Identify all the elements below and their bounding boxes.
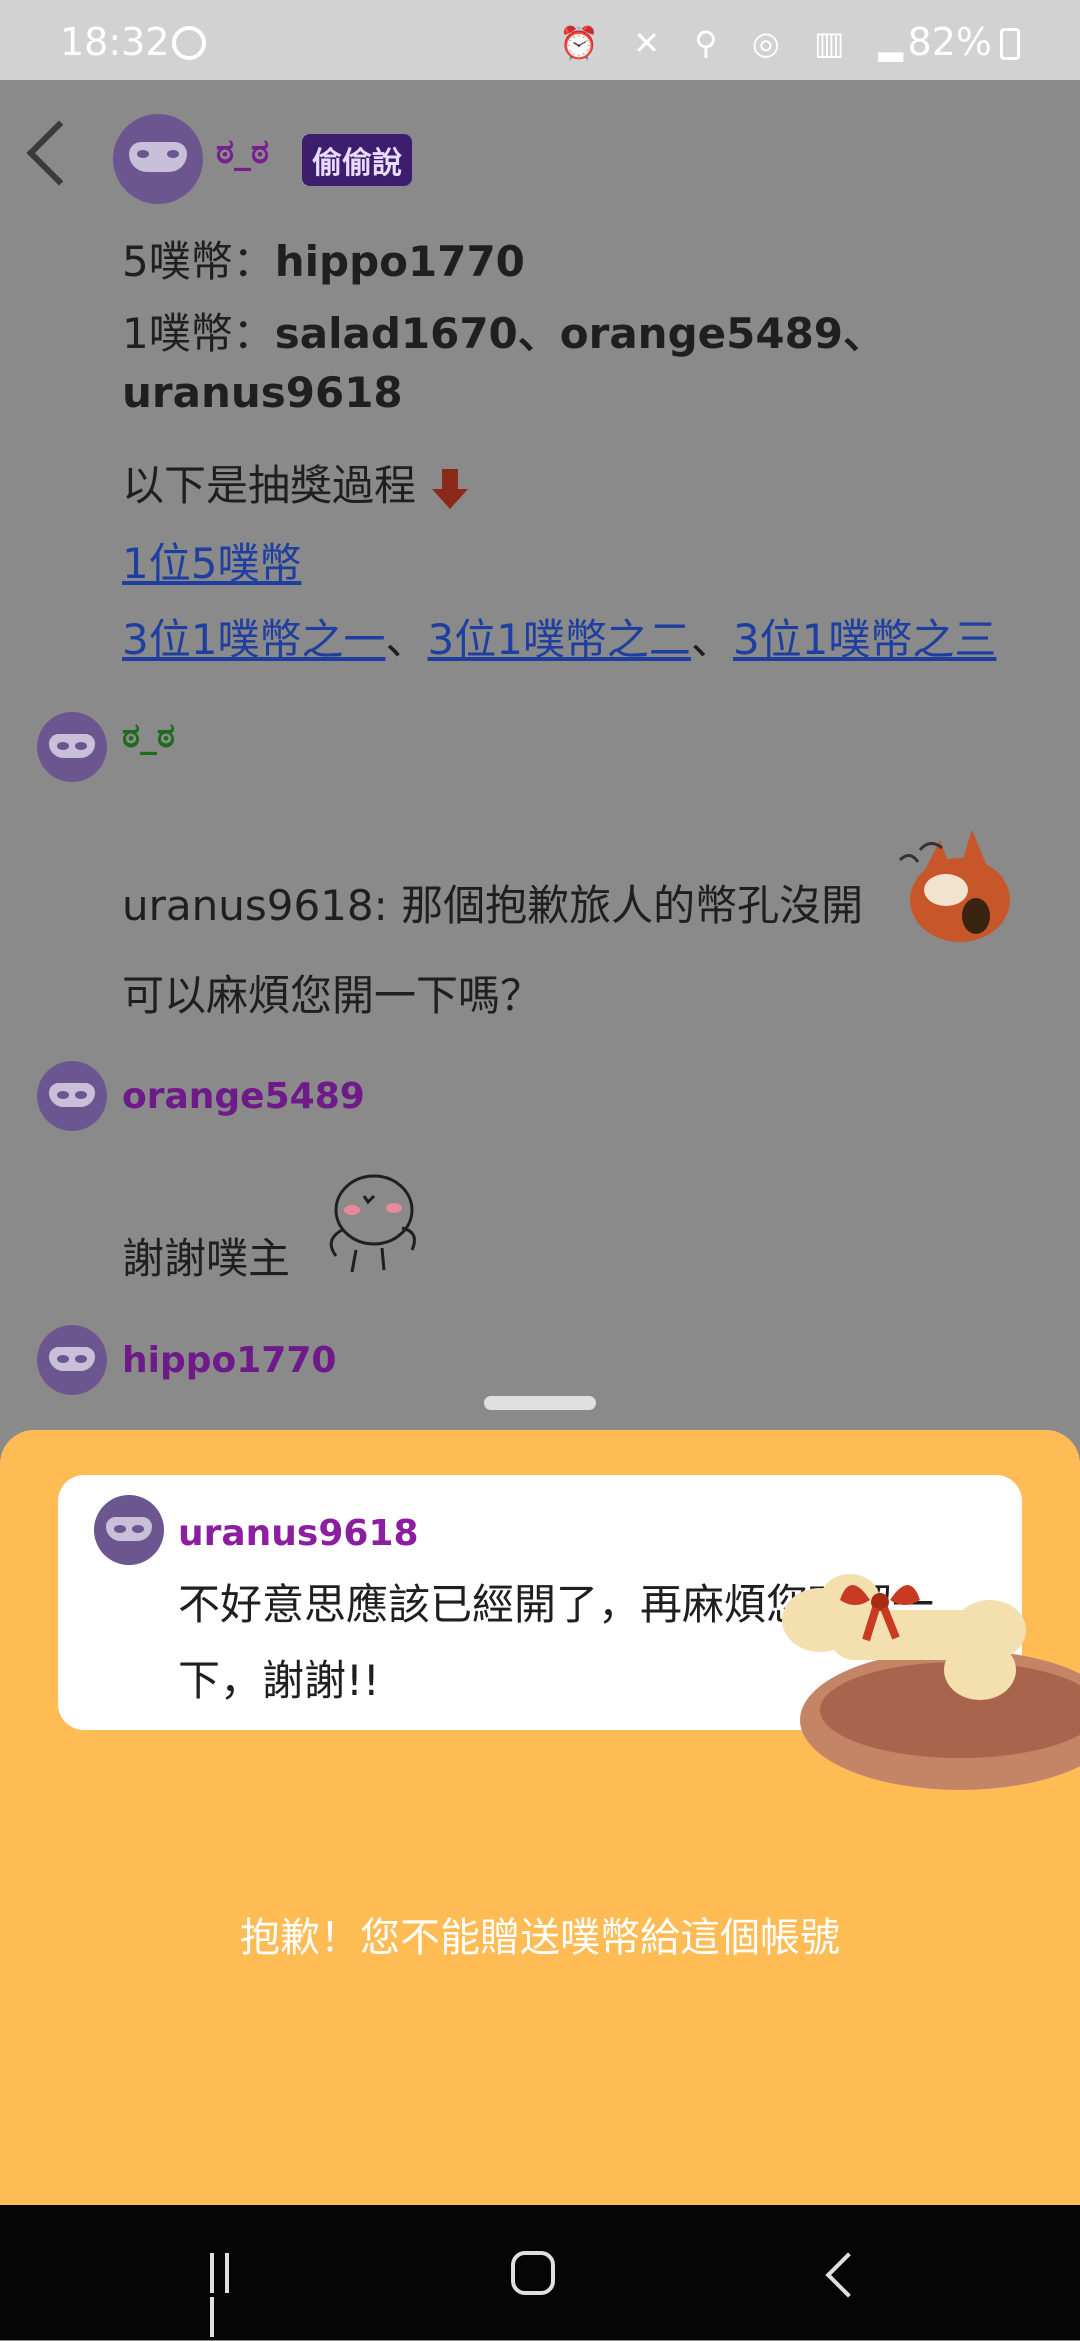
status-icons: ⏰ ✕ ⚲ ◎ ▥ ▂ [559, 24, 915, 62]
draw-link-2[interactable]: 3位1噗幣之一 [122, 615, 385, 664]
reply-1-text: uranus9618: 那個抱歉旅人的幣孔沒開 [122, 881, 864, 930]
fox-sticker [898, 830, 1010, 942]
reply-1-name[interactable]: ಠ_ಠ [122, 716, 175, 756]
reply-1-text-2: 可以麻煩您開一下嗎？ [122, 971, 543, 1020]
battery-icon [1000, 28, 1020, 60]
status-app-icon [172, 26, 206, 60]
down-arrow-icon [432, 468, 469, 509]
mask-avatar-icon[interactable] [37, 1325, 107, 1395]
post-line-4: 以下是抽獎過程 [122, 452, 469, 513]
status-time: 18:32 [60, 20, 170, 64]
sheet-drag-handle[interactable] [484, 1396, 596, 1410]
draw-link-3[interactable]: 3位1噗幣之二 [427, 615, 690, 664]
anonymous-badge: 偷偷說 [302, 134, 412, 186]
card-user-name: uranus9618 [178, 1513, 419, 1554]
reply-2-text: 謝謝噗主 [122, 1234, 291, 1283]
mask-avatar-icon[interactable] [37, 712, 107, 782]
poster-name[interactable]: ಠ_ಠ [216, 132, 269, 172]
status-bar: 18:32 ⏰ ✕ ⚲ ◎ ▥ ▂ 82% [0, 0, 1080, 80]
mochi-sticker [329, 1174, 416, 1273]
draw-link-1[interactable]: 1位5噗幣 [122, 530, 301, 591]
gift-unavailable-message: 抱歉！您不能贈送噗幣給這個帳號 [240, 1915, 840, 1961]
nav-home-icon[interactable] [511, 2251, 555, 2295]
mask-avatar-icon[interactable] [113, 114, 203, 204]
post-line-1: 5噗幣：hippo1770 [122, 237, 525, 286]
post-line-2: 1噗幣：salad1670、orange5489、 [122, 309, 886, 358]
draw-link-4[interactable]: 3位1噗幣之三 [733, 615, 996, 664]
gift-coin-sheet[interactable]: uranus9618 不好意思應該已經開了，再麻煩您確認一下，謝謝!! 抱歉！您… [0, 1430, 1080, 2205]
reply-2-name[interactable]: orange5489 [122, 1076, 365, 1117]
nav-recent-icon[interactable] [210, 2253, 254, 2337]
system-navigation-bar [0, 2205, 1080, 2340]
draw-links: 3位1噗幣之一、3位1噗幣之二、3位1噗幣之三 [122, 615, 997, 664]
nav-back-icon[interactable] [825, 2252, 871, 2298]
mask-avatar-icon[interactable] [37, 1061, 107, 1131]
back-icon[interactable] [26, 120, 92, 186]
bone-decoration-sticker [782, 1574, 1080, 1790]
reply-3-name[interactable]: hippo1770 [122, 1340, 336, 1381]
plurk-thread[interactable]: ಠ_ಠ 偷偷說 5噗幣：hippo1770 1噗幣：salad1670、oran… [0, 80, 1080, 1430]
post-line-3: uranus9618 [122, 368, 403, 417]
battery-percentage: 82% [907, 20, 992, 64]
mask-avatar-icon [94, 1495, 164, 1565]
